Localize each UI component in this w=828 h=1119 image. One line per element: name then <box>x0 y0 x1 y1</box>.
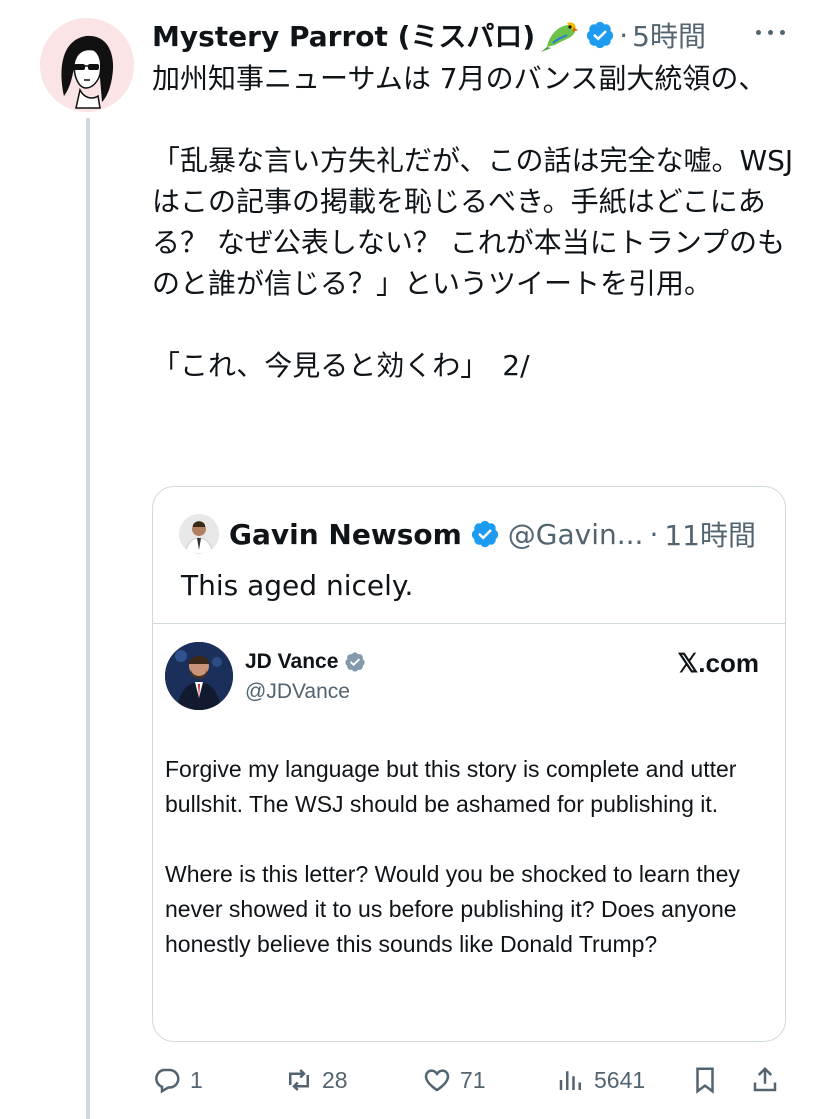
views-button[interactable]: 5641 <box>556 1060 645 1100</box>
bookmark-icon <box>696 1067 714 1094</box>
repost-button[interactable]: 28 <box>284 1060 348 1100</box>
reply-icon <box>155 1068 180 1094</box>
author-name[interactable]: Mystery Parrot (ミスパロ) <box>152 15 535 55</box>
action-bar: 1 28 71 5641 <box>152 1060 786 1100</box>
like-button[interactable]: 71 <box>422 1060 486 1100</box>
post-time[interactable]: 5時間 <box>632 15 706 55</box>
post-header: Mystery Parrot (ミスパロ) · 5時間 <box>152 14 706 56</box>
repost-icon <box>289 1069 309 1091</box>
heart-icon <box>424 1069 450 1092</box>
post-time-separator: · <box>619 18 629 52</box>
quoted-post-card[interactable]: Gavin Newsom @Gavin... · 11時間 This aged … <box>152 486 786 1042</box>
share-button[interactable] <box>750 1060 788 1100</box>
views-chart-icon <box>559 1071 581 1090</box>
quoted-post-header: Gavin Newsom @Gavin... · 11時間 <box>179 514 756 554</box>
bookmark-button[interactable] <box>690 1060 728 1100</box>
like-count: 71 <box>460 1066 486 1093</box>
share-icon <box>753 1066 777 1092</box>
embedded-post-text: Forgive my language but this story is co… <box>165 756 740 957</box>
embedded-author-avatar <box>165 642 233 710</box>
reply-button[interactable]: 1 <box>152 1060 203 1100</box>
views-count: 5641 <box>594 1066 646 1093</box>
parrot-emoji-icon <box>539 17 579 53</box>
quoted-post-time[interactable]: 11時間 <box>664 514 756 554</box>
author-avatar[interactable] <box>40 18 134 112</box>
verified-badge-icon[interactable] <box>585 20 615 50</box>
quoted-author-name[interactable]: Gavin Newsom <box>229 518 462 551</box>
embedded-verified-badge-icon <box>344 651 366 673</box>
repost-count: 28 <box>322 1066 348 1093</box>
quoted-author-avatar[interactable] <box>179 514 219 554</box>
quoted-time-separator: · <box>649 517 659 551</box>
embedded-post-image[interactable]: JD Vance @JDVance 𝕏.com Forgive my langu… <box>153 623 785 1041</box>
post-text: 加州知事ニューサムは 7月のバンス副大統領の、 「乱暴な言い方失礼だが、この話は… <box>152 62 794 382</box>
embedded-author-name: JD Vance <box>245 650 366 674</box>
embedded-source-label: 𝕏.com <box>677 648 759 678</box>
thread-line <box>86 118 90 1119</box>
embedded-author-name-text: JD Vance <box>245 650 339 673</box>
quoted-author-handle[interactable]: @Gavin... <box>508 518 644 551</box>
quoted-verified-badge-icon[interactable] <box>470 519 500 549</box>
more-options-icon[interactable] <box>754 22 788 42</box>
embedded-author-handle: @JDVance <box>245 680 350 703</box>
quoted-post-text: This aged nicely. <box>181 569 414 602</box>
reply-count: 1 <box>190 1066 203 1093</box>
